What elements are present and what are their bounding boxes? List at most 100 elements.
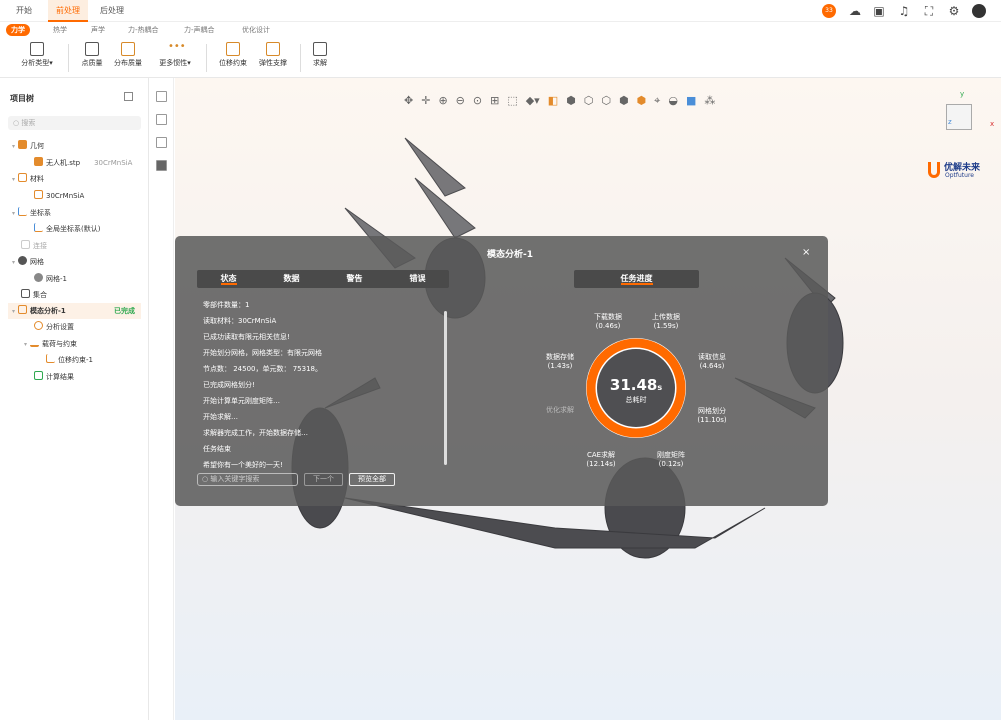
grid-icon[interactable]: ⊞ xyxy=(490,93,499,109)
more-properties-button[interactable]: ••• 更多惯性▾ xyxy=(152,42,198,68)
measure-icon[interactable]: ◒ xyxy=(668,93,678,109)
status-badge: 已完成 xyxy=(114,307,135,315)
displacement-constraint-button[interactable]: 位移约束 xyxy=(216,42,250,68)
tab-data[interactable]: 数据 xyxy=(260,270,323,288)
tree-item-coordinate[interactable]: ▾ 坐标系 xyxy=(12,206,51,220)
view-front-icon[interactable]: ⬡ xyxy=(584,93,594,109)
stage-stiffness: 刚度矩阵 (0.12s) xyxy=(657,451,685,468)
mesh-icon xyxy=(34,273,43,282)
view-cube-icon[interactable]: ⬢ xyxy=(637,93,647,109)
select-box-icon[interactable]: ⬚ xyxy=(507,93,517,109)
ribbon-toolbar xyxy=(0,38,1001,78)
list-icon[interactable] xyxy=(156,114,167,125)
log-line: 开始计算单元刚度矩阵… xyxy=(203,397,280,405)
analysis-type-button[interactable]: 分析类型▾ xyxy=(14,42,60,68)
distributed-mass-button[interactable]: 分布质量 xyxy=(110,42,146,68)
menu-tab-start[interactable]: 开始 xyxy=(8,0,40,22)
ribbon-tab-acoustic-mech[interactable]: 力-声耦合 xyxy=(184,24,215,36)
more-dots-icon: ••• xyxy=(168,41,186,52)
elastic-support-button[interactable]: 弹性支撑 xyxy=(256,42,290,68)
spring-icon xyxy=(266,42,280,56)
menu-tab-preprocess[interactable]: 前处理 xyxy=(48,0,88,22)
stage-download: 下载数据 (0.46s) xyxy=(594,313,622,330)
point-mass-button[interactable]: 点质量 xyxy=(78,42,106,68)
collapse-icon[interactable] xyxy=(124,92,133,101)
geometry-icon xyxy=(18,140,28,149)
tree-item-mesh[interactable]: ▾ 网格 xyxy=(12,255,44,269)
view-right-icon[interactable]: ⬢ xyxy=(619,93,629,109)
tree-item-modal-analysis[interactable]: ▾ 模态分析-1 xyxy=(12,304,66,318)
notification-badge[interactable]: 33 xyxy=(822,4,836,18)
tree-item-drone-stp[interactable]: 无人机.stp 30CrMnSiA xyxy=(34,156,132,170)
pan-icon[interactable]: ✛ xyxy=(421,93,430,109)
tree-item-set[interactable]: 集合 xyxy=(12,288,47,302)
project-tree-title: 项目树 xyxy=(10,94,34,103)
menu-tab-postprocess[interactable]: 后处理 xyxy=(92,0,132,22)
tree-item-results[interactable]: 计算结果 xyxy=(34,370,74,384)
stage-meshing: 网格划分 (11.10s) xyxy=(697,407,727,424)
rotate-icon[interactable]: ✥ xyxy=(404,93,413,109)
tree-item-global-coordinate[interactable]: 全局坐标系(默认) xyxy=(34,222,100,236)
log-scrollbar[interactable] xyxy=(444,311,447,465)
properties-icon[interactable] xyxy=(156,91,167,102)
ribbon-tab-thermal[interactable]: 热学 xyxy=(53,24,67,36)
log-search-input[interactable]: ○ 输入关键字搜索 xyxy=(197,473,298,486)
close-icon[interactable]: × xyxy=(802,247,810,258)
section-icon[interactable]: ◧ xyxy=(548,93,558,109)
pick-icon[interactable]: ⌖ xyxy=(654,93,660,109)
tree-item-displacement-1[interactable]: 位移约束-1 xyxy=(46,353,93,367)
log-line: 零部件数量：1 xyxy=(203,301,250,309)
ribbon-tab-acoustic[interactable]: 声学 xyxy=(91,24,105,36)
fit-icon[interactable]: ⊙ xyxy=(473,93,482,109)
explode-icon[interactable]: ⁂ xyxy=(704,93,715,109)
report-icon[interactable] xyxy=(156,160,167,171)
point-mass-icon xyxy=(85,42,99,56)
display-mode-icon[interactable]: ◆▾ xyxy=(526,93,540,109)
set-icon xyxy=(21,289,30,298)
tab-status[interactable]: 状态 xyxy=(197,270,260,288)
document-icon[interactable] xyxy=(156,137,167,148)
tab-warning[interactable]: 警告 xyxy=(323,270,386,288)
tree-item-analysis-settings[interactable]: 分析设置 xyxy=(34,320,74,334)
dialog-title: 模态分析-1 xyxy=(487,250,533,260)
ribbon-tab-thermo-mech[interactable]: 力-热耦合 xyxy=(128,24,159,36)
tree-item-connection[interactable]: 连接 xyxy=(12,239,47,253)
avatar-icon[interactable] xyxy=(972,4,986,18)
background-icon[interactable]: ■ xyxy=(686,93,696,109)
preview-all-button[interactable]: 预览全部 xyxy=(349,473,395,486)
tree-item-mesh-1[interactable]: 网格-1 xyxy=(34,272,67,286)
coordinate-icon xyxy=(34,223,43,232)
ribbon-tab-mechanics[interactable]: 力学 xyxy=(6,24,30,36)
coordinate-icon xyxy=(18,207,28,216)
distributed-mass-icon xyxy=(121,42,135,56)
zoom-out-icon[interactable]: ⊖ xyxy=(456,93,465,109)
load-icon xyxy=(30,338,40,347)
stage-opt-solve: 优化求解 xyxy=(546,406,574,414)
tree-item-geometry[interactable]: ▾ 几何 xyxy=(12,139,44,153)
gear-icon[interactable]: ⚙ xyxy=(947,4,961,18)
bell-icon[interactable]: ♫ xyxy=(897,4,911,18)
tree-search-input[interactable]: ○ 搜索 xyxy=(8,116,141,130)
analysis-icon xyxy=(18,305,28,314)
view-top-icon[interactable]: ⬡ xyxy=(601,93,611,109)
fullscreen-icon[interactable]: ⛶ xyxy=(922,4,936,18)
side-tool-strip xyxy=(149,78,174,720)
solve-button[interactable]: 求解 xyxy=(308,42,332,68)
tree-item-material-30crmnsia[interactable]: 30CrMnSiA xyxy=(34,189,84,203)
tree-item-material[interactable]: ▾ 材料 xyxy=(12,172,44,186)
next-button[interactable]: 下一个 xyxy=(304,473,343,486)
total-time-label: 总耗时 xyxy=(625,396,647,404)
mesh-icon xyxy=(18,256,28,265)
save-icon[interactable]: ▣ xyxy=(872,4,886,18)
ribbon-tab-optimization[interactable]: 优化设计 xyxy=(242,24,270,36)
ribbon-divider xyxy=(300,44,301,72)
view-iso-icon[interactable]: ⬢ xyxy=(566,93,576,109)
tab-task-progress[interactable]: 任务进度 xyxy=(574,270,699,288)
part-icon xyxy=(34,157,43,166)
tab-error[interactable]: 错误 xyxy=(386,270,449,288)
settings-icon xyxy=(34,321,43,330)
cloud-icon[interactable]: ☁ xyxy=(848,4,862,18)
analysis-type-icon xyxy=(30,42,44,56)
zoom-in-icon[interactable]: ⊕ xyxy=(438,93,447,109)
tree-item-loads-constraints[interactable]: ▾ 载荷与约束 xyxy=(24,337,77,351)
